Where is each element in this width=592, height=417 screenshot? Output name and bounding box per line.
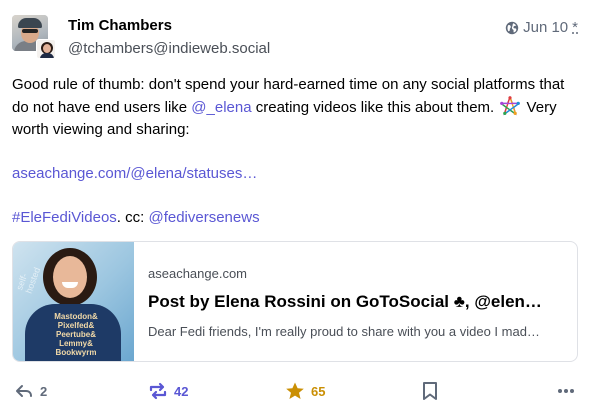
hashtag-link[interactable]: #EleFediVideos bbox=[12, 209, 117, 226]
more-button[interactable] bbox=[556, 376, 576, 406]
more-icon bbox=[556, 381, 576, 401]
boost-icon bbox=[148, 381, 168, 401]
thumbnail-shirt-text: Mastodon& Pixelfed& Peertube& Lemmy& Boo… bbox=[54, 312, 98, 357]
author-display-name[interactable]: Tim Chambers bbox=[68, 17, 172, 35]
paragraph-2: aseachange.com/@elena/statuses… bbox=[12, 163, 578, 185]
author-handle[interactable]: @tchambers@indieweb.social bbox=[68, 40, 270, 58]
fediverse-star-emoji-icon bbox=[499, 95, 522, 116]
bookmark-icon bbox=[421, 381, 439, 401]
boost-button[interactable]: 42 bbox=[148, 376, 188, 406]
avatar-group[interactable] bbox=[12, 15, 56, 61]
bookmark-button[interactable] bbox=[421, 376, 439, 406]
favourite-button[interactable]: 65 bbox=[285, 376, 325, 406]
card-thumbnail: self-hosted Mastodon& Pixelfed& Peertube… bbox=[13, 242, 134, 361]
status-link[interactable]: aseachange.com/@elena/statuses… bbox=[12, 165, 257, 182]
boost-count: 42 bbox=[174, 383, 189, 399]
mention-link[interactable]: @fediversenews bbox=[148, 209, 259, 226]
globe-icon bbox=[505, 21, 519, 35]
thumbnail-script-text: self-hosted bbox=[14, 265, 43, 295]
reply-count: 2 bbox=[40, 383, 48, 399]
post-timestamp[interactable]: Jun 10 * bbox=[505, 19, 578, 37]
text-segment: creating videos like this about them. bbox=[251, 99, 495, 116]
reply-icon bbox=[14, 381, 34, 401]
post-content: Good rule of thumb: don't spend your har… bbox=[12, 74, 578, 229]
card-title[interactable]: Post by Elena Rossini on GoToSocial ♣, @… bbox=[148, 292, 562, 312]
paragraph-3: #EleFediVideos. cc: @fediversenews bbox=[12, 207, 578, 229]
paragraph-1: Good rule of thumb: don't spend your har… bbox=[12, 74, 578, 141]
favourite-count: 65 bbox=[311, 383, 326, 399]
mention-link[interactable]: @_elena bbox=[191, 99, 251, 116]
action-bar: 2 42 65 bbox=[0, 376, 592, 406]
link-preview-card[interactable]: self-hosted Mastodon& Pixelfed& Peertube… bbox=[12, 241, 578, 362]
card-description: Dear Fedi friends, I'm really proud to s… bbox=[148, 324, 540, 339]
boosted-by-avatar[interactable] bbox=[36, 39, 56, 59]
card-body: aseachange.com Post by Elena Rossini on … bbox=[148, 242, 563, 361]
star-icon bbox=[285, 381, 305, 401]
card-site: aseachange.com bbox=[148, 266, 248, 281]
reply-button[interactable]: 2 bbox=[14, 376, 47, 406]
edited-marker[interactable]: * bbox=[572, 19, 578, 37]
status-post: Tim Chambers @tchambers@indieweb.social … bbox=[0, 0, 592, 417]
post-date: Jun 10 bbox=[523, 19, 569, 36]
text-segment: . cc: bbox=[116, 209, 149, 226]
